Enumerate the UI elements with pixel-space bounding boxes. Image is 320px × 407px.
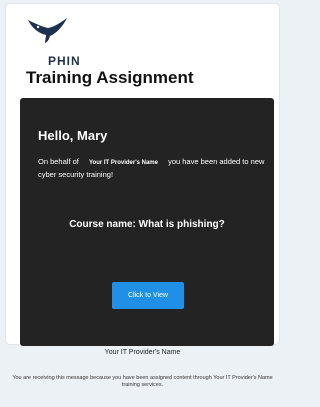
brand-logo: PHIN [26,16,80,68]
greeting: Hello, Mary [38,128,108,143]
course-name: Course name: What is phishing? [69,219,225,230]
intro-text: On behalf of Your IT Provider's Name you… [38,156,268,180]
click-to-view-button[interactable]: Click to View [112,282,184,309]
footer-note: You are receiving this message because y… [12,375,273,388]
brand-name: PHIN [48,54,81,68]
manta-ray-icon [28,18,67,43]
training-panel: Hello, Mary On behalf of Your IT Provide… [20,98,274,346]
footer-provider-name: Your IT Provider's Name [104,349,181,356]
provider-placeholder: Your IT Provider's Name [88,160,158,166]
intro-before: On behalf of [38,157,79,166]
page-title: Training Assignment [26,68,194,87]
